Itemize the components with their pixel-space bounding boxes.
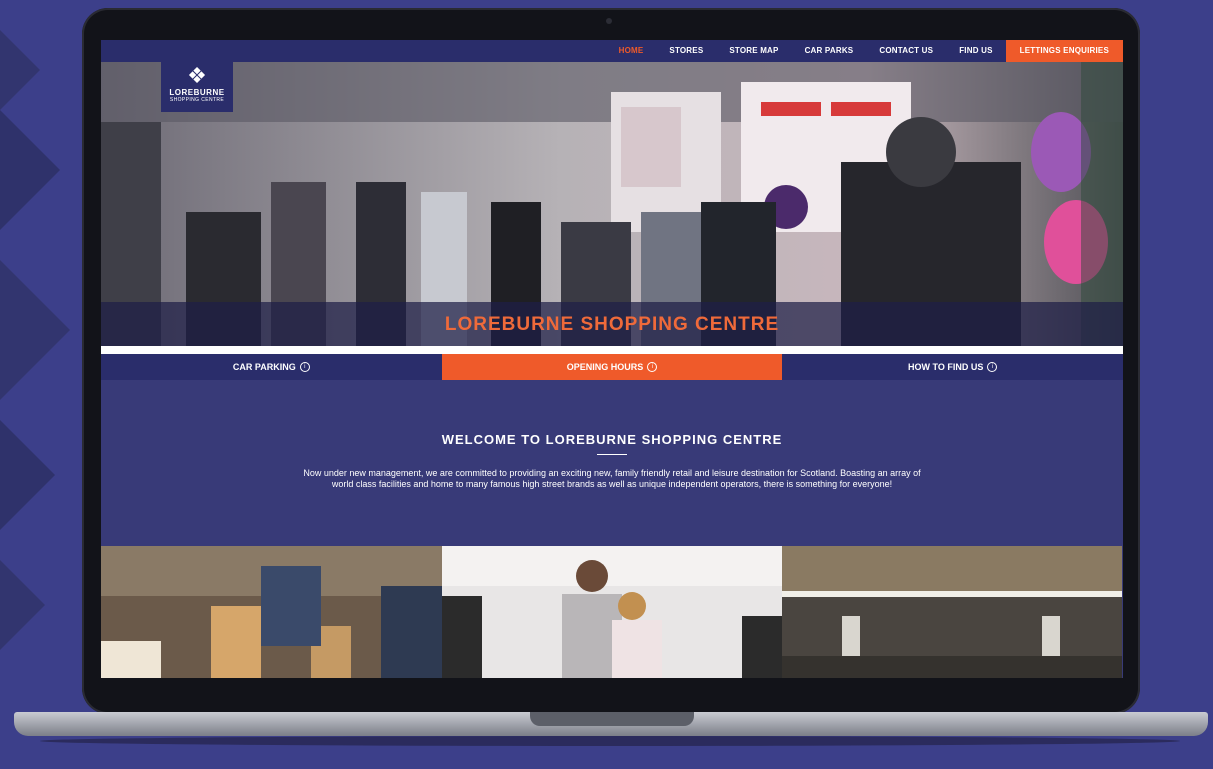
laptop-shadow [40, 736, 1180, 746]
info-icon: i [987, 362, 998, 372]
welcome-text: Now under new management, we are committ… [303, 468, 921, 489]
nav-find-us[interactable]: FIND US [946, 40, 1005, 62]
nav-contact-us[interactable]: CONTACT US [866, 40, 946, 62]
divider [101, 346, 1123, 354]
nav-car-parks[interactable]: CAR PARKS [792, 40, 867, 62]
welcome-title: WELCOME TO LOREBURNE SHOPPING CENTRE [441, 432, 783, 447]
laptop-notch [530, 712, 694, 726]
feature-tiles [101, 546, 1123, 678]
tab-how-to-find-us[interactable]: HOW TO FIND US i [782, 354, 1123, 380]
website-screen: HOME STORES STORE MAP CAR PARKS CONTACT … [101, 40, 1123, 678]
tile-couple-photo[interactable] [441, 546, 783, 678]
tab-label: CAR PARKING [232, 362, 296, 372]
site-logo[interactable]: ❖ LOREBURNE SHOPPING CENTRE [161, 62, 233, 112]
tile-car-park-photo[interactable] [782, 546, 1123, 678]
hero-banner: ❖ LOREBURNE SHOPPING CENTRE LOREBURNE SH… [101, 62, 1123, 346]
lettings-enquiries-button[interactable]: LETTINGS ENQUIRIES [1005, 40, 1123, 62]
info-tabs: CAR PARKING i OPENING HOURS i HOW TO FIN… [101, 354, 1123, 380]
tab-car-parking[interactable]: CAR PARKING i [101, 354, 442, 380]
welcome-section: WELCOME TO LOREBURNE SHOPPING CENTRE Now… [101, 380, 1123, 546]
tab-label: HOW TO FIND US [908, 362, 984, 372]
tab-opening-hours[interactable]: OPENING HOURS i [441, 354, 783, 380]
nav-stores[interactable]: STORES [656, 40, 716, 62]
info-icon: i [647, 362, 658, 372]
nav-home[interactable]: HOME [606, 40, 657, 62]
logo-subtitle: SHOPPING CENTRE [169, 97, 225, 103]
nav-store-map[interactable]: STORE MAP [716, 40, 791, 62]
webcam [606, 18, 612, 24]
info-icon: i [299, 362, 310, 372]
tile-shoppers-photo[interactable] [101, 546, 442, 678]
logo-name: LOREBURNE [169, 88, 225, 97]
top-navigation: HOME STORES STORE MAP CAR PARKS CONTACT … [101, 40, 1123, 62]
tab-label: OPENING HOURS [566, 362, 644, 372]
hero-title: LOREBURNE SHOPPING CENTRE [444, 314, 780, 335]
celtic-knot-icon: ❖ [187, 63, 207, 88]
title-underline [597, 454, 627, 455]
